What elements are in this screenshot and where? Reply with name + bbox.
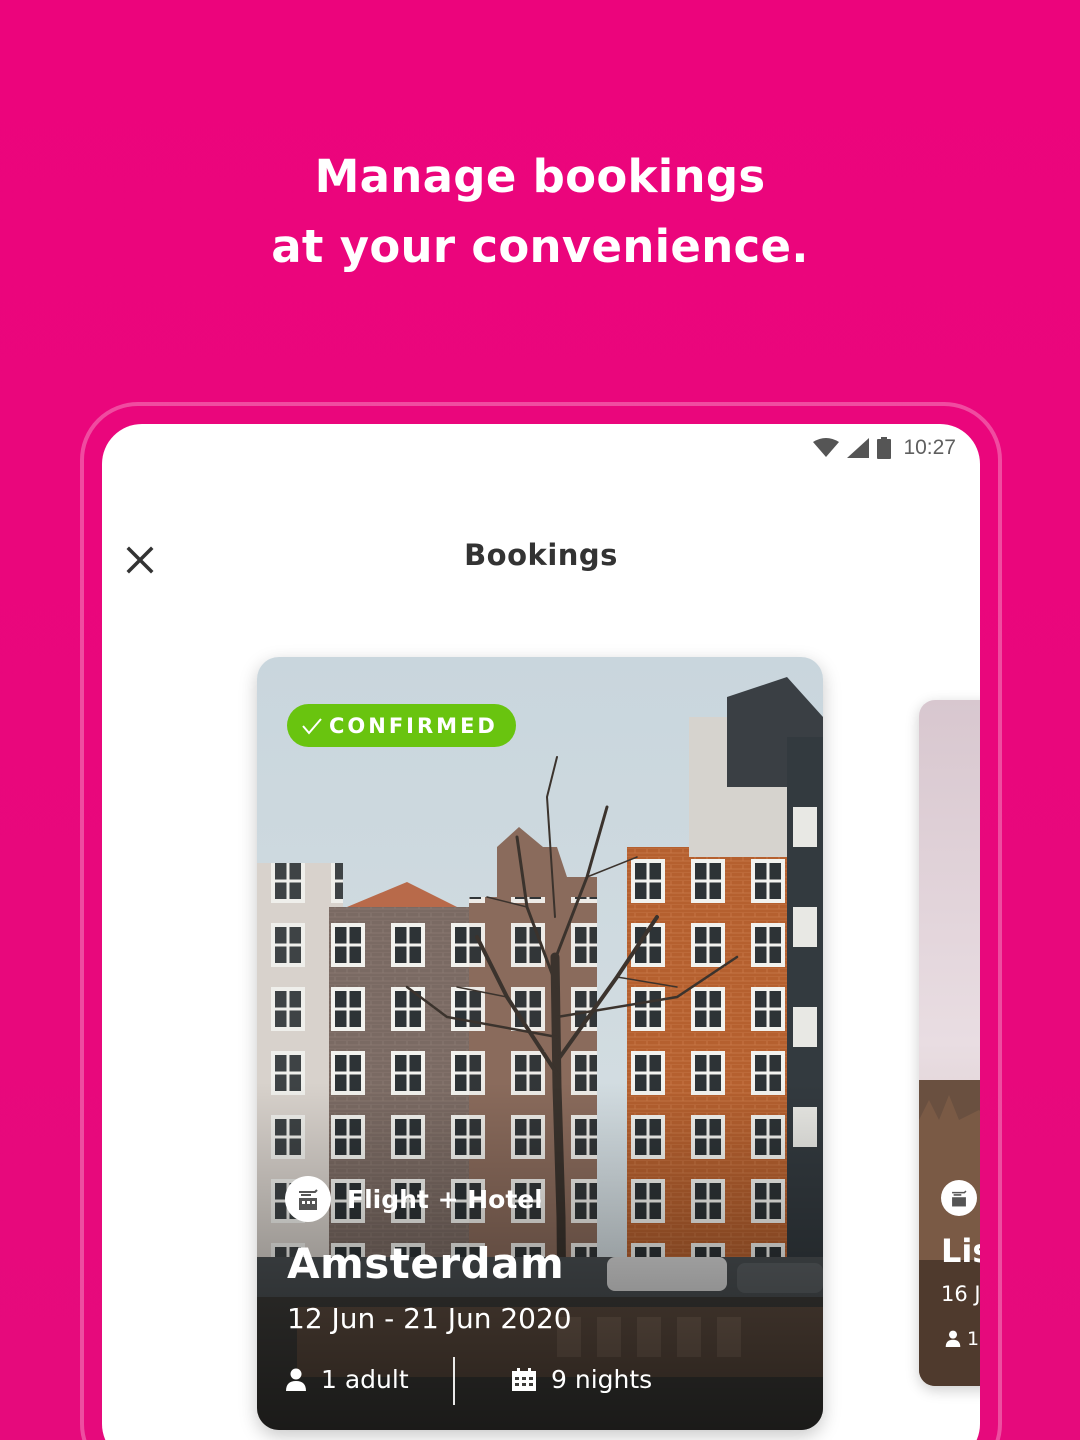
app-bar: Bookings (102, 524, 980, 594)
status-badge: CONFIRMED (287, 704, 516, 747)
destination-city-next: Lis (941, 1232, 980, 1270)
travellers-info-next: 1 (945, 1328, 979, 1350)
device-screen: 10:27 Bookings CONFIRMED Flight + Hotel … (102, 424, 980, 1440)
travellers-label-next: 1 (967, 1328, 980, 1350)
booking-type: Flight + Hotel (285, 1176, 543, 1222)
destination-city: Amsterdam (287, 1239, 565, 1288)
wifi-icon (813, 438, 840, 457)
travellers-info: 1 adult (285, 1365, 409, 1394)
booking-card[interactable]: CONFIRMED Flight + Hotel Amsterdam 12 Ju… (257, 657, 823, 1430)
headline-line-2: at your convenience. (271, 220, 809, 273)
person-icon (945, 1330, 961, 1347)
page-title: Bookings (464, 538, 618, 572)
headline-line-1: Manage bookings (314, 150, 766, 203)
booking-type-label: Flight + Hotel (347, 1184, 543, 1214)
booking-dates: 12 Jun - 21 Jun 2020 (287, 1302, 572, 1335)
status-badge-label: CONFIRMED (329, 713, 498, 738)
status-bar: 10:27 (813, 430, 956, 466)
flight-hotel-icon (941, 1180, 977, 1216)
flight-hotel-icon (285, 1176, 331, 1222)
meta-divider (453, 1357, 455, 1405)
status-time: 10:27 (903, 436, 956, 459)
person-icon (286, 1368, 306, 1391)
battery-icon (877, 437, 892, 459)
nights-info: 9 nights (511, 1365, 652, 1394)
booking-meta: 1 adult 9 nights (285, 1357, 805, 1405)
calendar-icon (512, 1367, 536, 1391)
promo-headline: Manage bookings at your convenience. (0, 142, 1080, 282)
signal-icon (847, 438, 870, 458)
travellers-label: 1 adult (321, 1365, 409, 1394)
booking-dates-next: 16 J (941, 1282, 980, 1306)
nights-label: 9 nights (551, 1365, 653, 1394)
booking-card-next[interactable]: Lis 16 J 1 (919, 700, 980, 1386)
check-icon (302, 717, 322, 735)
